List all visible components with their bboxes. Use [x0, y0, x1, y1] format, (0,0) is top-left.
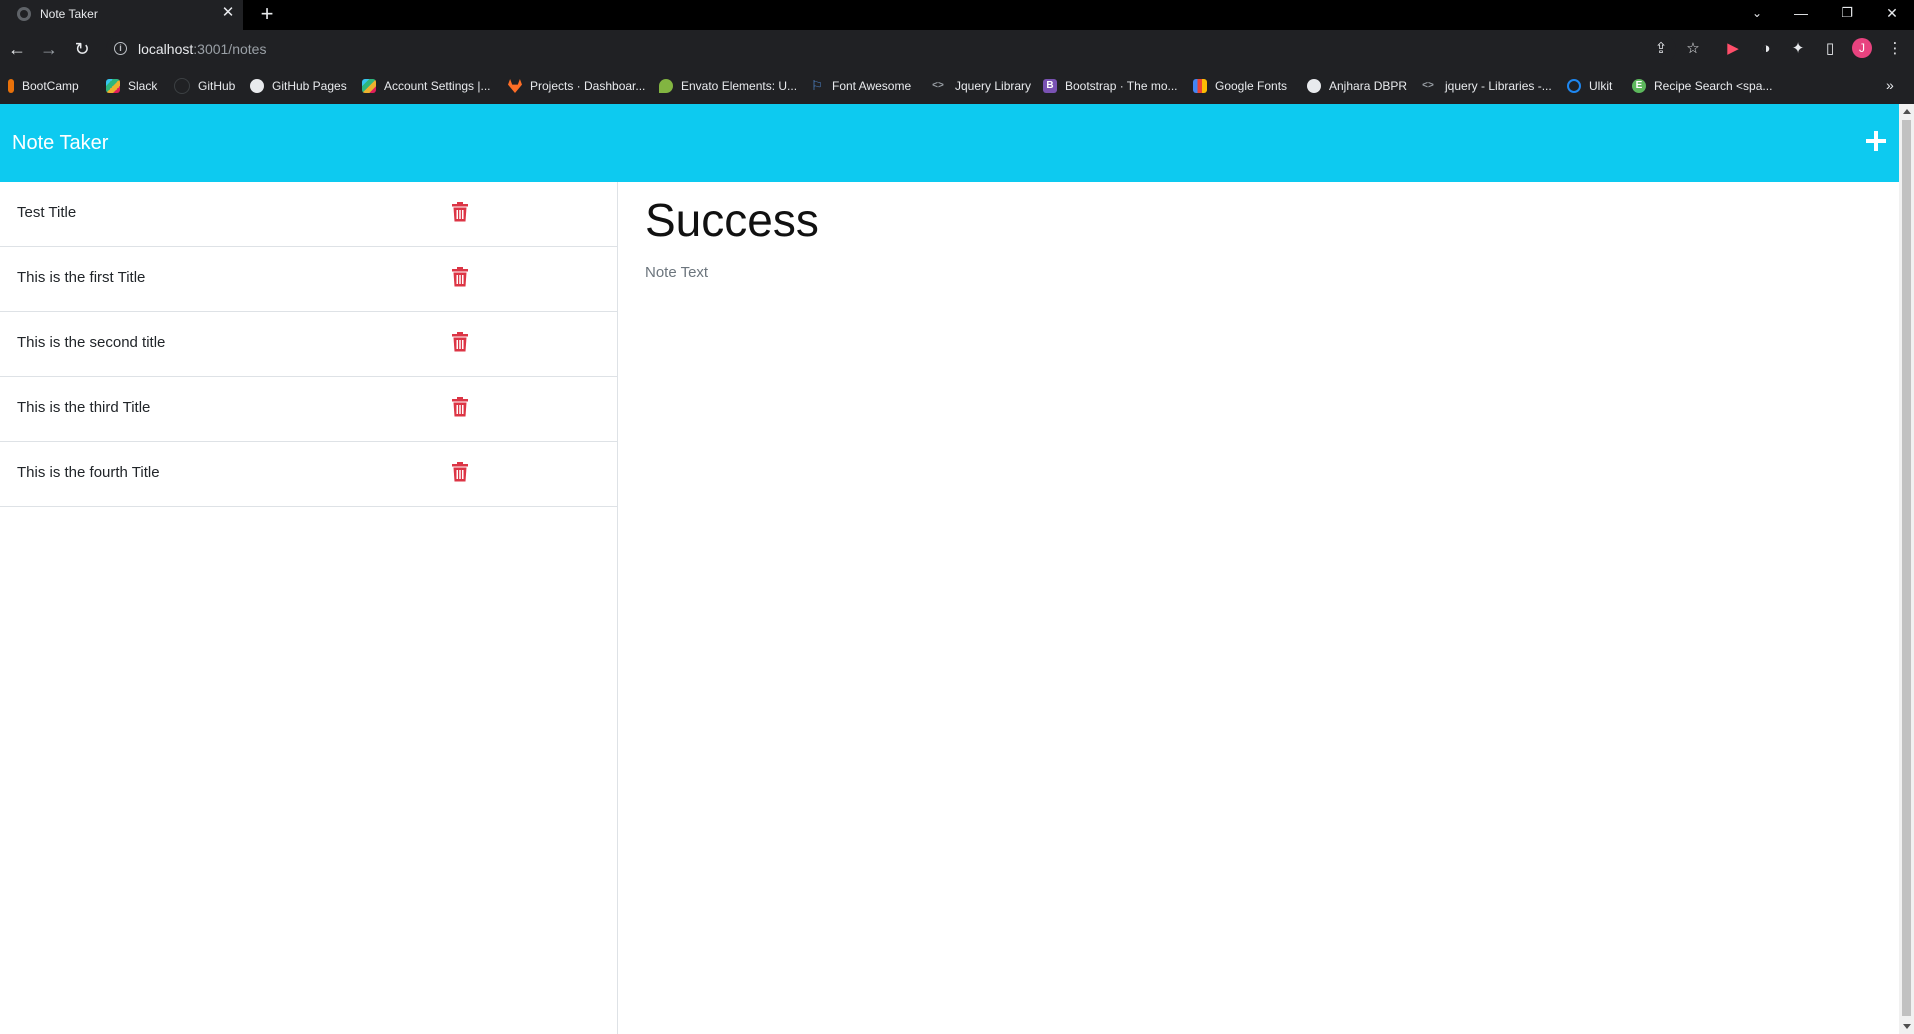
browser-tab[interactable]: Note Taker ✕: [0, 0, 243, 30]
note-list-item[interactable]: This is the fourth Title: [0, 442, 617, 507]
note-list-item-title[interactable]: Test Title: [17, 204, 76, 221]
bookmark-item[interactable]: Anjhara DBPR: [1307, 77, 1407, 95]
reload-icon[interactable]: ↻: [70, 37, 94, 61]
bookmark-item[interactable]: GitHub: [174, 77, 235, 95]
more-bookmarks-icon[interactable]: »: [1886, 77, 1894, 93]
note-view: Success Note Text: [618, 182, 1899, 1034]
new-tab-button[interactable]: +: [255, 2, 279, 26]
forward-arrow-icon[interactable]: →: [37, 37, 61, 61]
app-brand[interactable]: Note Taker: [12, 132, 108, 155]
bookmark-item[interactable]: <> Jquery Library: [929, 77, 1031, 95]
bookmark-item[interactable]: E Recipe Search <spa...: [1632, 77, 1772, 95]
code-icon: <>: [932, 80, 944, 91]
bookmark-item[interactable]: Google Fonts: [1193, 77, 1287, 95]
site-info-icon[interactable]: i: [114, 42, 127, 55]
browser-tab-title: Note Taker: [40, 7, 98, 21]
note-list-item[interactable]: Test Title: [0, 182, 617, 247]
scrollbar-thumb[interactable]: [1902, 120, 1911, 1016]
slack-icon: [106, 79, 120, 93]
github-icon: [174, 78, 190, 94]
note-text-textarea[interactable]: Note Text: [645, 264, 708, 281]
note-list-item[interactable]: This is the first Title: [0, 247, 617, 312]
bookmark-item[interactable]: Ulkit: [1567, 77, 1612, 95]
browser-menu-icon[interactable]: ⋮: [1884, 38, 1906, 60]
profile-avatar[interactable]: J: [1852, 38, 1872, 58]
note-list-item-title[interactable]: This is the third Title: [17, 399, 150, 416]
browser-tab-strip: Note Taker ✕ + ⌄ — ❐ ✕: [0, 0, 1914, 30]
envato-icon: [659, 79, 673, 93]
globe-icon: [17, 7, 31, 21]
note-list-item[interactable]: This is the second title: [0, 312, 617, 377]
bootcamp-icon: [8, 79, 14, 93]
bookmark-item[interactable]: B Bootstrap · The mo...: [1043, 77, 1178, 95]
bookmark-item[interactable]: Slack: [106, 77, 157, 95]
github-icon: [250, 79, 264, 93]
slack-icon: [362, 79, 376, 93]
url-text: localhost:3001/notes: [138, 41, 267, 57]
bootstrap-icon: B: [1043, 79, 1057, 93]
uikit-icon: [1567, 79, 1581, 93]
code-icon: <>: [1422, 80, 1434, 91]
flag-icon: ⚐: [811, 78, 823, 93]
restore-icon[interactable]: ❐: [1835, 2, 1859, 24]
delete-trash-icon[interactable]: [452, 332, 468, 352]
close-tab-icon[interactable]: ✕: [218, 3, 238, 23]
back-arrow-icon[interactable]: ←: [5, 37, 29, 61]
delete-trash-icon[interactable]: [452, 202, 468, 222]
delete-trash-icon[interactable]: [452, 462, 468, 482]
browser-toolbar: ← → ↻ i localhost:3001/notes ⇪ ☆ ▶ ◑ ✦ ▯…: [0, 30, 1914, 68]
bookmark-item[interactable]: Account Settings |...: [362, 77, 491, 95]
tab-search-icon[interactable]: ⌄: [1745, 2, 1769, 24]
delete-trash-icon[interactable]: [452, 267, 468, 287]
add-note-plus-icon[interactable]: [1860, 126, 1890, 156]
extension-circle-icon[interactable]: ◑: [1755, 38, 1777, 60]
extensions-puzzle-icon[interactable]: ✦: [1787, 38, 1809, 60]
bookmark-item[interactable]: ⚐ Font Awesome: [810, 77, 911, 95]
window-close-icon[interactable]: ✕: [1880, 2, 1904, 24]
note-title-input[interactable]: Success: [645, 193, 819, 247]
globe-icon: [1307, 79, 1321, 93]
delete-trash-icon[interactable]: [452, 397, 468, 417]
bookmark-item[interactable]: Envato Elements: U...: [659, 77, 797, 95]
note-list: Test Title This is the first Title This …: [0, 182, 618, 1034]
gitlab-icon: [508, 79, 522, 93]
extension-record-icon[interactable]: ▶: [1722, 38, 1744, 60]
side-panel-icon[interactable]: ▯: [1819, 38, 1841, 60]
scroll-up-arrow-icon[interactable]: [1903, 109, 1911, 114]
bookmark-item[interactable]: <> jquery - Libraries -...: [1419, 77, 1552, 95]
bookmark-item[interactable]: Projects · Dashboar...: [508, 77, 645, 95]
recipe-icon: E: [1632, 79, 1646, 93]
bookmark-item[interactable]: GitHub Pages: [250, 77, 347, 95]
note-list-item-title[interactable]: This is the first Title: [17, 269, 145, 286]
google-fonts-icon: [1193, 79, 1207, 93]
note-list-item-title[interactable]: This is the fourth Title: [17, 464, 160, 481]
note-list-item[interactable]: This is the third Title: [0, 377, 617, 442]
bookmark-item[interactable]: BootCamp: [8, 77, 79, 95]
bookmark-star-icon[interactable]: ☆: [1682, 38, 1704, 60]
minimize-icon[interactable]: —: [1789, 2, 1813, 24]
address-bar[interactable]: i localhost:3001/notes: [106, 35, 1676, 63]
bookmarks-bar: BootCamp Slack GitHub GitHub Pages Accou…: [0, 68, 1914, 105]
page-scrollbar[interactable]: [1899, 104, 1914, 1034]
scroll-down-arrow-icon[interactable]: [1903, 1024, 1911, 1029]
app-navbar: Note Taker: [0, 104, 1899, 182]
share-icon[interactable]: ⇪: [1650, 38, 1672, 60]
note-list-item-title[interactable]: This is the second title: [17, 334, 165, 351]
